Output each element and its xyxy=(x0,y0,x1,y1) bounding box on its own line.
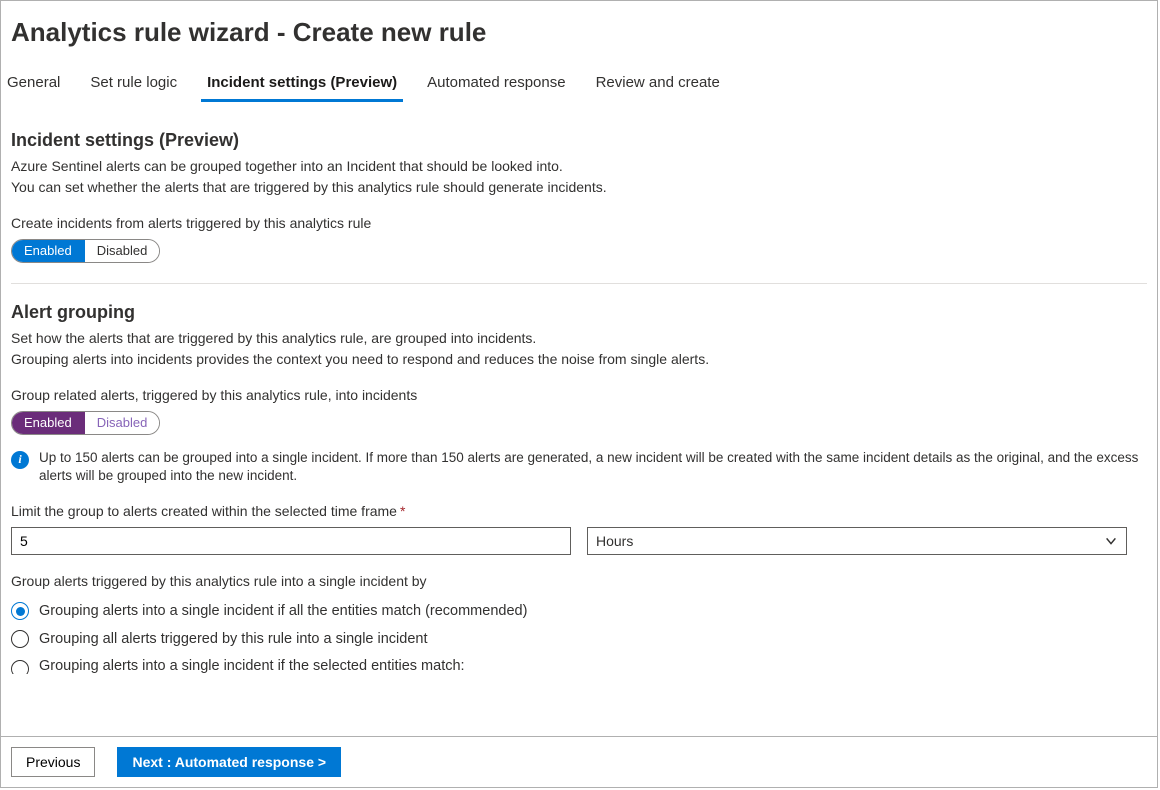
toggle-disabled[interactable]: Disabled xyxy=(85,412,160,434)
radio-selected-entities[interactable]: Grouping alerts into a single incident i… xyxy=(11,653,1147,674)
required-asterisk: * xyxy=(400,503,405,519)
tab-review-and-create[interactable]: Review and create xyxy=(590,66,726,101)
incident-settings-desc-1: Azure Sentinel alerts can be grouped tog… xyxy=(11,157,1147,176)
info-icon: i xyxy=(11,451,29,469)
limit-unit-value: Hours xyxy=(596,533,633,549)
alert-limit-info: Up to 150 alerts can be grouped into a s… xyxy=(39,449,1139,485)
section-divider xyxy=(11,283,1147,284)
radio-all-alerts[interactable]: Grouping all alerts triggered by this ru… xyxy=(11,625,1147,653)
tab-automated-response[interactable]: Automated response xyxy=(421,66,571,101)
alert-grouping-heading: Alert grouping xyxy=(11,302,1147,323)
radio-icon xyxy=(11,602,29,620)
tab-general[interactable]: General xyxy=(1,66,66,101)
incident-settings-heading: Incident settings (Preview) xyxy=(11,130,1147,151)
next-button[interactable]: Next : Automated response > xyxy=(117,747,341,777)
alert-grouping-desc-1: Set how the alerts that are triggered by… xyxy=(11,329,1147,348)
radio-label: Grouping all alerts triggered by this ru… xyxy=(39,631,428,647)
group-related-label: Group related alerts, triggered by this … xyxy=(11,387,1147,403)
toggle-disabled[interactable]: Disabled xyxy=(85,240,160,262)
page-title: Analytics rule wizard - Create new rule xyxy=(1,1,1157,66)
chevron-down-icon xyxy=(1104,534,1118,548)
group-by-label: Group alerts triggered by this analytics… xyxy=(11,573,1147,589)
radio-label: Grouping alerts into a single incident i… xyxy=(39,603,527,619)
radio-icon xyxy=(11,660,29,674)
footer-bar: Previous Next : Automated response > xyxy=(1,736,1157,787)
tab-set-rule-logic[interactable]: Set rule logic xyxy=(84,66,183,101)
limit-value-input[interactable] xyxy=(11,527,571,555)
group-by-radio-group: Grouping alerts into a single incident i… xyxy=(11,597,1147,674)
group-related-toggle[interactable]: Enabled Disabled xyxy=(11,411,160,435)
create-incidents-toggle[interactable]: Enabled Disabled xyxy=(11,239,160,263)
radio-label: Grouping alerts into a single incident i… xyxy=(39,658,465,674)
alert-grouping-desc-2: Grouping alerts into incidents provides … xyxy=(11,350,1147,369)
limit-unit-select[interactable]: Hours xyxy=(587,527,1127,555)
create-incidents-label: Create incidents from alerts triggered b… xyxy=(11,215,1147,231)
radio-entities-match[interactable]: Grouping alerts into a single incident i… xyxy=(11,597,1147,625)
content-area: Incident settings (Preview) Azure Sentin… xyxy=(1,102,1157,768)
radio-icon xyxy=(11,630,29,648)
tab-bar: General Set rule logic Incident settings… xyxy=(1,66,1157,102)
incident-settings-desc-2: You can set whether the alerts that are … xyxy=(11,178,1147,197)
toggle-enabled[interactable]: Enabled xyxy=(12,412,85,434)
previous-button[interactable]: Previous xyxy=(11,747,95,777)
limit-timeframe-label: Limit the group to alerts created within… xyxy=(11,503,1147,519)
tab-incident-settings[interactable]: Incident settings (Preview) xyxy=(201,66,403,101)
toggle-enabled[interactable]: Enabled xyxy=(12,240,85,262)
